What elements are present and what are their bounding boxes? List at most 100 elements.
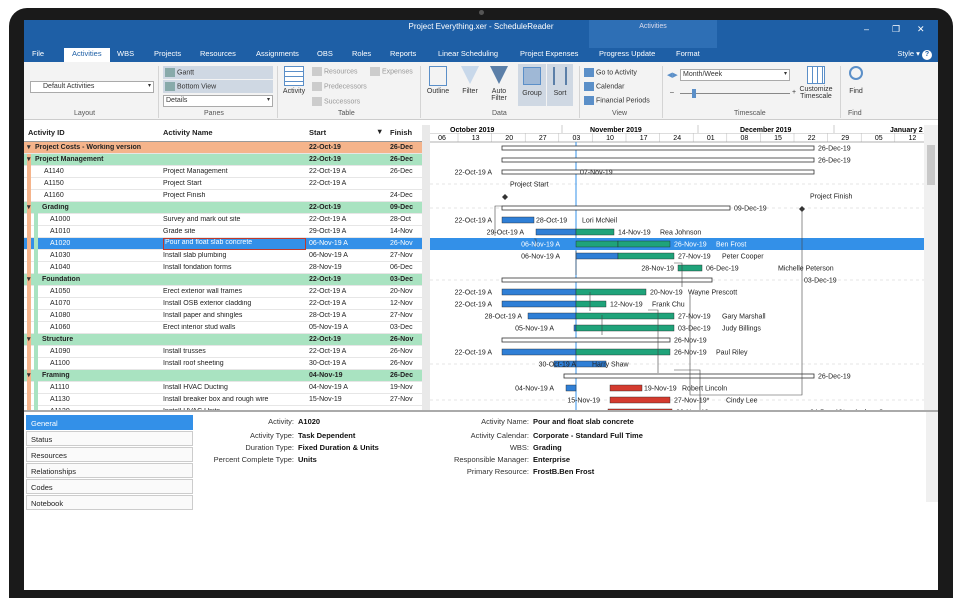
activity-bar[interactable] <box>501 300 577 308</box>
activity-bar[interactable] <box>575 228 615 236</box>
menu-tab-progress-update[interactable]: Progress Update <box>599 49 655 58</box>
activity-bar[interactable] <box>575 312 675 320</box>
menu-tab-wbs[interactable]: WBS <box>117 49 134 58</box>
wbs-row[interactable]: Framing ▾ 04-Nov-19 26-Dec <box>24 370 422 382</box>
tab-general[interactable]: General <box>26 415 193 430</box>
activity-bar[interactable] <box>575 324 675 332</box>
activity-bar[interactable] <box>527 312 577 320</box>
activity-bar[interactable] <box>617 240 671 248</box>
menu-tab-activities[interactable]: Activities <box>64 48 110 62</box>
gantt-pane-toggle[interactable]: Gantt <box>163 66 273 79</box>
activity-bar[interactable] <box>677 264 703 272</box>
tab-codes[interactable]: Codes <box>26 479 193 494</box>
customize-timescale-button[interactable]: Customize Timescale <box>796 66 836 100</box>
sort-button[interactable]: Sort <box>547 64 573 106</box>
timescale-slider[interactable] <box>680 89 790 98</box>
timescale-dropdown[interactable]: Month/Week ▾ <box>680 69 790 81</box>
successors-toggle[interactable]: Successors <box>312 97 360 106</box>
menu-tab-project-expenses[interactable]: Project Expenses <box>520 49 578 58</box>
collapse-icon[interactable]: ▾ <box>27 143 31 151</box>
pane-splitter[interactable] <box>422 125 430 410</box>
table-row[interactable]: A1090 Install trusses 22-Oct-19 A 26-Nov <box>24 346 422 358</box>
collapse-icon[interactable]: ▾ <box>27 203 31 211</box>
layout-dropdown[interactable]: Default Activities ▾ <box>30 81 154 93</box>
filter-icon[interactable]: ▼ <box>376 127 383 136</box>
col-activity-name[interactable]: Activity Name <box>163 128 213 137</box>
menu-tab-linear-scheduling[interactable]: Linear Scheduling <box>438 49 498 58</box>
activity-bar[interactable] <box>575 288 647 296</box>
table-row[interactable]: A1160 Project Finish 24-Dec <box>24 190 422 202</box>
vertical-scrollbar[interactable] <box>924 125 938 410</box>
tab-relationships[interactable]: Relationships <box>26 463 193 478</box>
wbs-row[interactable]: Structure ▾ 22-Oct-19 26-Nov <box>24 334 422 346</box>
expenses-toggle[interactable]: Expenses <box>370 67 413 76</box>
table-row[interactable]: A1000 Survey and mark out site 22-Oct-19 A… <box>24 214 422 226</box>
activity-bar[interactable] <box>565 384 577 392</box>
table-row[interactable]: A1080 Install paper and shingles 28-Oct-19… <box>24 310 422 322</box>
summary-bar[interactable] <box>501 169 815 175</box>
summary-bar[interactable] <box>501 145 815 151</box>
table-row[interactable]: A1110 Install HVAC Ducting 04-Nov-19 A 19-N… <box>24 382 422 394</box>
details-dropdown[interactable]: Details ▾ <box>163 95 273 107</box>
wbs-row[interactable]: Project Costs - Working version ▾ 22-Oct-1… <box>24 142 422 154</box>
summary-bar[interactable] <box>501 277 713 283</box>
scroll-thumb[interactable] <box>927 145 935 185</box>
help-icon[interactable]: ? <box>922 50 932 60</box>
group-button[interactable]: Group <box>518 64 546 106</box>
table-row[interactable]: A1030 Install slab plumbing 06-Nov-19 A 27-… <box>24 250 422 262</box>
collapse-icon[interactable]: ▾ <box>27 275 31 283</box>
bottom-scrollbar[interactable] <box>926 412 938 502</box>
collapse-icon[interactable]: ▾ <box>27 155 31 163</box>
tab-notebook[interactable]: Notebook <box>26 495 193 510</box>
table-row[interactable]: A1070 Install OSB exterior cladding 22-Oct… <box>24 298 422 310</box>
menu-tab-roles[interactable]: Roles <box>352 49 371 58</box>
activity-bar[interactable] <box>575 252 619 260</box>
resources-toggle[interactable]: Resources <box>312 67 357 76</box>
summary-bar[interactable] <box>501 205 731 211</box>
style-menu[interactable]: Style ▾ ? <box>897 49 932 60</box>
activity-bar[interactable] <box>617 252 675 260</box>
table-row[interactable]: A1100 Install roof sheeting 30-Oct-19 A 26-… <box>24 358 422 370</box>
activity-bar[interactable] <box>535 228 577 236</box>
predecessors-toggle[interactable]: Predecessors <box>312 82 367 91</box>
wbs-row[interactable]: Grading ▾ 22-Oct-19 09-Dec <box>24 202 422 214</box>
activity-bar[interactable] <box>609 396 671 404</box>
col-activity-id[interactable]: Activity ID <box>28 128 65 137</box>
minimize-icon[interactable]: – <box>864 24 869 34</box>
table-row[interactable]: A1140 Project Management 22-Oct-19 A 26-Dec <box>24 166 422 178</box>
find-button[interactable]: Find <box>844 66 868 95</box>
maximize-icon[interactable]: ❐ <box>892 24 900 35</box>
activity-bar[interactable] <box>501 288 577 296</box>
activity-bar[interactable] <box>501 216 535 224</box>
table-row[interactable]: A1050 Erect exterior wall frames 22-Oct-19… <box>24 286 422 298</box>
collapse-icon[interactable]: ▾ <box>27 371 31 379</box>
activity-bar[interactable] <box>573 324 577 332</box>
activity-table-button[interactable]: Activity <box>280 66 308 95</box>
close-icon[interactable]: ✕ <box>917 24 925 35</box>
activity-bar[interactable] <box>575 300 607 308</box>
table-row[interactable]: A1010 Grade site 29-Oct-19 A 14-Nov <box>24 226 422 238</box>
summary-bar[interactable] <box>563 373 815 379</box>
activity-bar[interactable] <box>609 384 643 392</box>
table-row[interactable]: A1060 Erect interior stud walls 05-Nov-19 … <box>24 322 422 334</box>
milestone-start[interactable] <box>502 194 508 200</box>
menu-tab-file[interactable]: File <box>32 49 44 58</box>
table-row[interactable]: A1150 Project Start 22-Oct-19 A <box>24 178 422 190</box>
menu-tab-format[interactable]: Format <box>676 49 700 58</box>
wbs-row[interactable]: Project Management ▾ 22-Oct-19 26-Dec <box>24 154 422 166</box>
financial-periods-button[interactable]: Financial Periods <box>584 96 650 105</box>
auto-filter-button[interactable]: Auto Filter <box>486 66 512 102</box>
activity-bar[interactable] <box>575 240 619 248</box>
zoom-out-icon[interactable]: – <box>670 89 674 96</box>
table-row[interactable]: A1020 Pour and float slab concrete 06-Nov-… <box>24 238 422 250</box>
collapse-icon[interactable]: ▾ <box>27 335 31 343</box>
menu-tab-resources[interactable]: Resources <box>200 49 236 58</box>
menu-tab-reports[interactable]: Reports <box>390 49 416 58</box>
activity-bar[interactable] <box>575 348 671 356</box>
col-finish[interactable]: Finish <box>390 128 412 137</box>
table-row[interactable]: A1040 Install fondation forms 28-Nov-19 06-… <box>24 262 422 274</box>
tab-resources[interactable]: Resources <box>26 447 193 462</box>
menu-tab-projects[interactable]: Projects <box>154 49 181 58</box>
outline-button[interactable]: Outline <box>424 66 452 95</box>
table-row[interactable]: A1130 Install breaker box and rough wire 1… <box>24 394 422 406</box>
